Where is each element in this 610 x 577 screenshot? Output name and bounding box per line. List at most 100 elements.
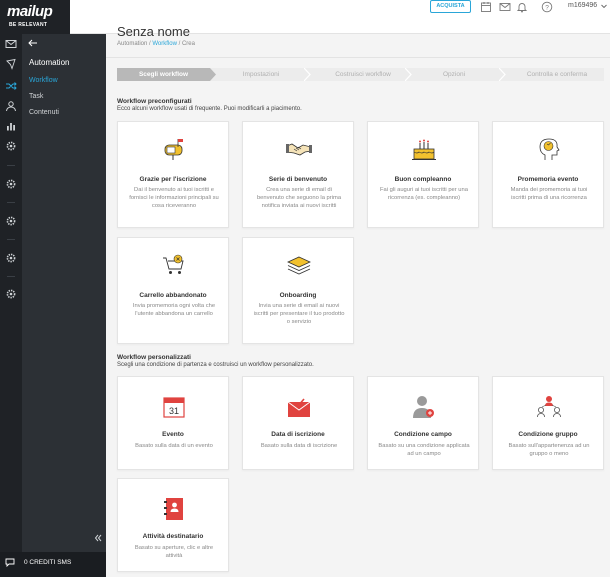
sms-credits[interactable]: 0 CREDITI SMS [0,552,106,577]
gear-icon[interactable] [5,140,17,152]
envelope-icon [287,398,311,417]
workflow-card-grazie-iscrizione[interactable]: Grazie per l'iscrizione Dai il benvenuto… [117,121,229,228]
mailbox-icon [164,139,183,160]
workflow-card-attivita-destinatario[interactable]: Attività destinatario Basato su aperture… [117,478,229,572]
header-divider [106,57,610,58]
sms-credits-label: 0 CREDITI SMS [24,559,72,566]
back-arrow-icon[interactable] [28,39,38,47]
sidebar: Automation Workflow Task Contenuti [22,34,106,577]
gear-icon[interactable] [5,178,17,190]
breadcrumb-item: Crea [181,41,195,47]
rail-divider [7,165,15,166]
breadcrumb: Automation / Workflow / Crea [117,41,195,47]
rail-divider [7,239,15,240]
workflow-card-condizione-gruppo[interactable]: Condizione gruppo Basato sull'appartenen… [492,376,604,470]
card-title: Serie di benvenuto [268,176,328,183]
workflow-card-data-iscrizione[interactable]: Data di iscrizione Basato sulla data di … [242,376,354,470]
card-description: Dai il benvenuto ai tuoi iscritti e forn… [129,187,219,209]
workflow-card-promemoria-evento[interactable]: Promemoria evento Manda dei promemoria a… [492,121,604,228]
card-title: Condizione gruppo [518,431,578,438]
collapse-sidebar-icon[interactable] [94,534,102,542]
card-title: Attività destinatario [142,533,204,540]
layers-icon [287,256,311,275]
card-title: Data di iscrizione [271,431,325,438]
step-scegli-workflow[interactable]: Scegli workflow [117,68,210,81]
step-impostazioni: Impostazioni [242,71,280,78]
chevron-down-icon[interactable] [600,2,608,10]
mail-icon[interactable] [499,1,511,13]
handshake-icon [286,143,312,156]
rail-divider [7,276,15,277]
recipients-icon[interactable] [5,100,17,112]
logo-tagline: BE RELEVANT [9,22,48,28]
card-description: Basato su una condizione applicata ad un… [378,443,470,457]
page-title: Senza nome [117,24,190,39]
reminder-head-icon [539,138,560,160]
statistics-icon[interactable] [5,120,17,132]
svg-text:?: ? [545,4,549,11]
user-condition-icon [413,396,434,418]
gear-icon[interactable] [5,288,17,300]
sidebar-item-task[interactable]: Task [29,93,43,100]
messages-icon[interactable] [5,58,17,70]
card-title: Evento [162,431,184,438]
logo-wordmark: mailup [7,3,53,20]
card-description: Basato su aperture, clic e altre attivit… [134,545,214,559]
workflow-card-evento[interactable]: 31 Evento Basato sulla data di un evento [117,376,229,470]
rail-divider [7,202,15,203]
breadcrumb-item[interactable]: Automation [117,41,147,47]
mailup-logo[interactable]: mailup BE RELEVANT [0,0,70,34]
card-title: Grazie per l'iscrizione [139,176,207,183]
card-title: Buon compleanno [394,176,452,183]
card-title: Carrello abbandonato [139,292,207,299]
gear-icon[interactable] [5,215,17,227]
icon-rail [0,34,22,577]
card-description: Crea una serie di email di benvenuto che… [256,187,342,209]
section-subtitle-preconfigured: Ecco alcuni workflow usati di frequente.… [117,106,302,112]
card-description: Invia promemoria ogni volta che l'utente… [132,303,216,317]
workflow-card-condizione-campo[interactable]: Condizione campo Basato su una condizion… [367,376,479,470]
card-description: Manda dei promemoria ai tuoi iscritti pr… [510,187,588,201]
card-description: Invia una serie di email ai nuovi iscrit… [253,303,345,325]
card-title: Promemoria evento [517,176,579,183]
gear-icon[interactable] [5,252,17,264]
activity-book-icon [164,498,183,520]
help-icon[interactable]: ? [541,1,553,13]
card-title: Onboarding [279,292,317,299]
workflow-card-carrello-abbandonato[interactable]: Carrello abbandonato Invia promemoria og… [117,237,229,344]
card-title: Condizione campo [394,431,452,438]
group-condition-icon [537,396,561,418]
step-arrow [499,68,506,81]
card-description: Basato sull'appartenenza ad un gruppo o … [508,443,590,457]
mail-icon[interactable] [5,38,17,50]
sidebar-item-contenuti[interactable]: Contenuti [29,109,59,116]
username[interactable]: m169496 [568,2,597,9]
step-arrow [304,68,311,81]
step-controlla-e-conferma: Controlla e conferma [526,71,588,78]
workflow-card-onboarding[interactable]: Onboarding Invia una serie di email ai n… [242,237,354,344]
bell-icon[interactable] [516,1,528,13]
card-description: Basato sulla data di iscrizione [260,443,338,449]
card-description: Fai gli auguri ai tuoi iscritti per una … [380,187,468,201]
calendar-day: 31 [169,406,179,416]
automation-icon[interactable] [5,80,17,92]
cake-icon [412,139,436,160]
workflow-card-buon-compleanno[interactable]: Buon compleanno Fai gli auguri ai tuoi i… [367,121,479,228]
step-arrow [405,68,412,81]
sidebar-title: Automation [29,58,70,67]
card-description: Basato sulla data di un evento [135,443,213,449]
section-title-preconfigured: Workflow preconfigurati [117,98,192,105]
step-arrow [210,68,216,81]
calendar-icon[interactable] [480,1,492,13]
buy-button[interactable]: ACQUISTA [430,0,471,13]
sidebar-item-workflow[interactable]: Workflow [29,77,58,84]
breadcrumb-item[interactable]: Workflow [152,41,177,47]
step-opzioni: Opzioni [442,71,466,78]
wizard-steps: Scegli workflow Impostazioni Costruisci … [117,68,604,81]
section-subtitle-custom: Scegli una condizione di partenza e cost… [117,362,314,368]
top-bar: mailup BE RELEVANT ACQUISTA ? m169496 [0,0,610,34]
cart-icon [163,254,184,274]
workflow-card-serie-benvenuto[interactable]: Serie di benvenuto Crea una serie di ema… [242,121,354,228]
section-title-custom: Workflow personalizzati [117,354,191,361]
step-costruisci-workflow: Costruisci workflow [335,71,391,78]
